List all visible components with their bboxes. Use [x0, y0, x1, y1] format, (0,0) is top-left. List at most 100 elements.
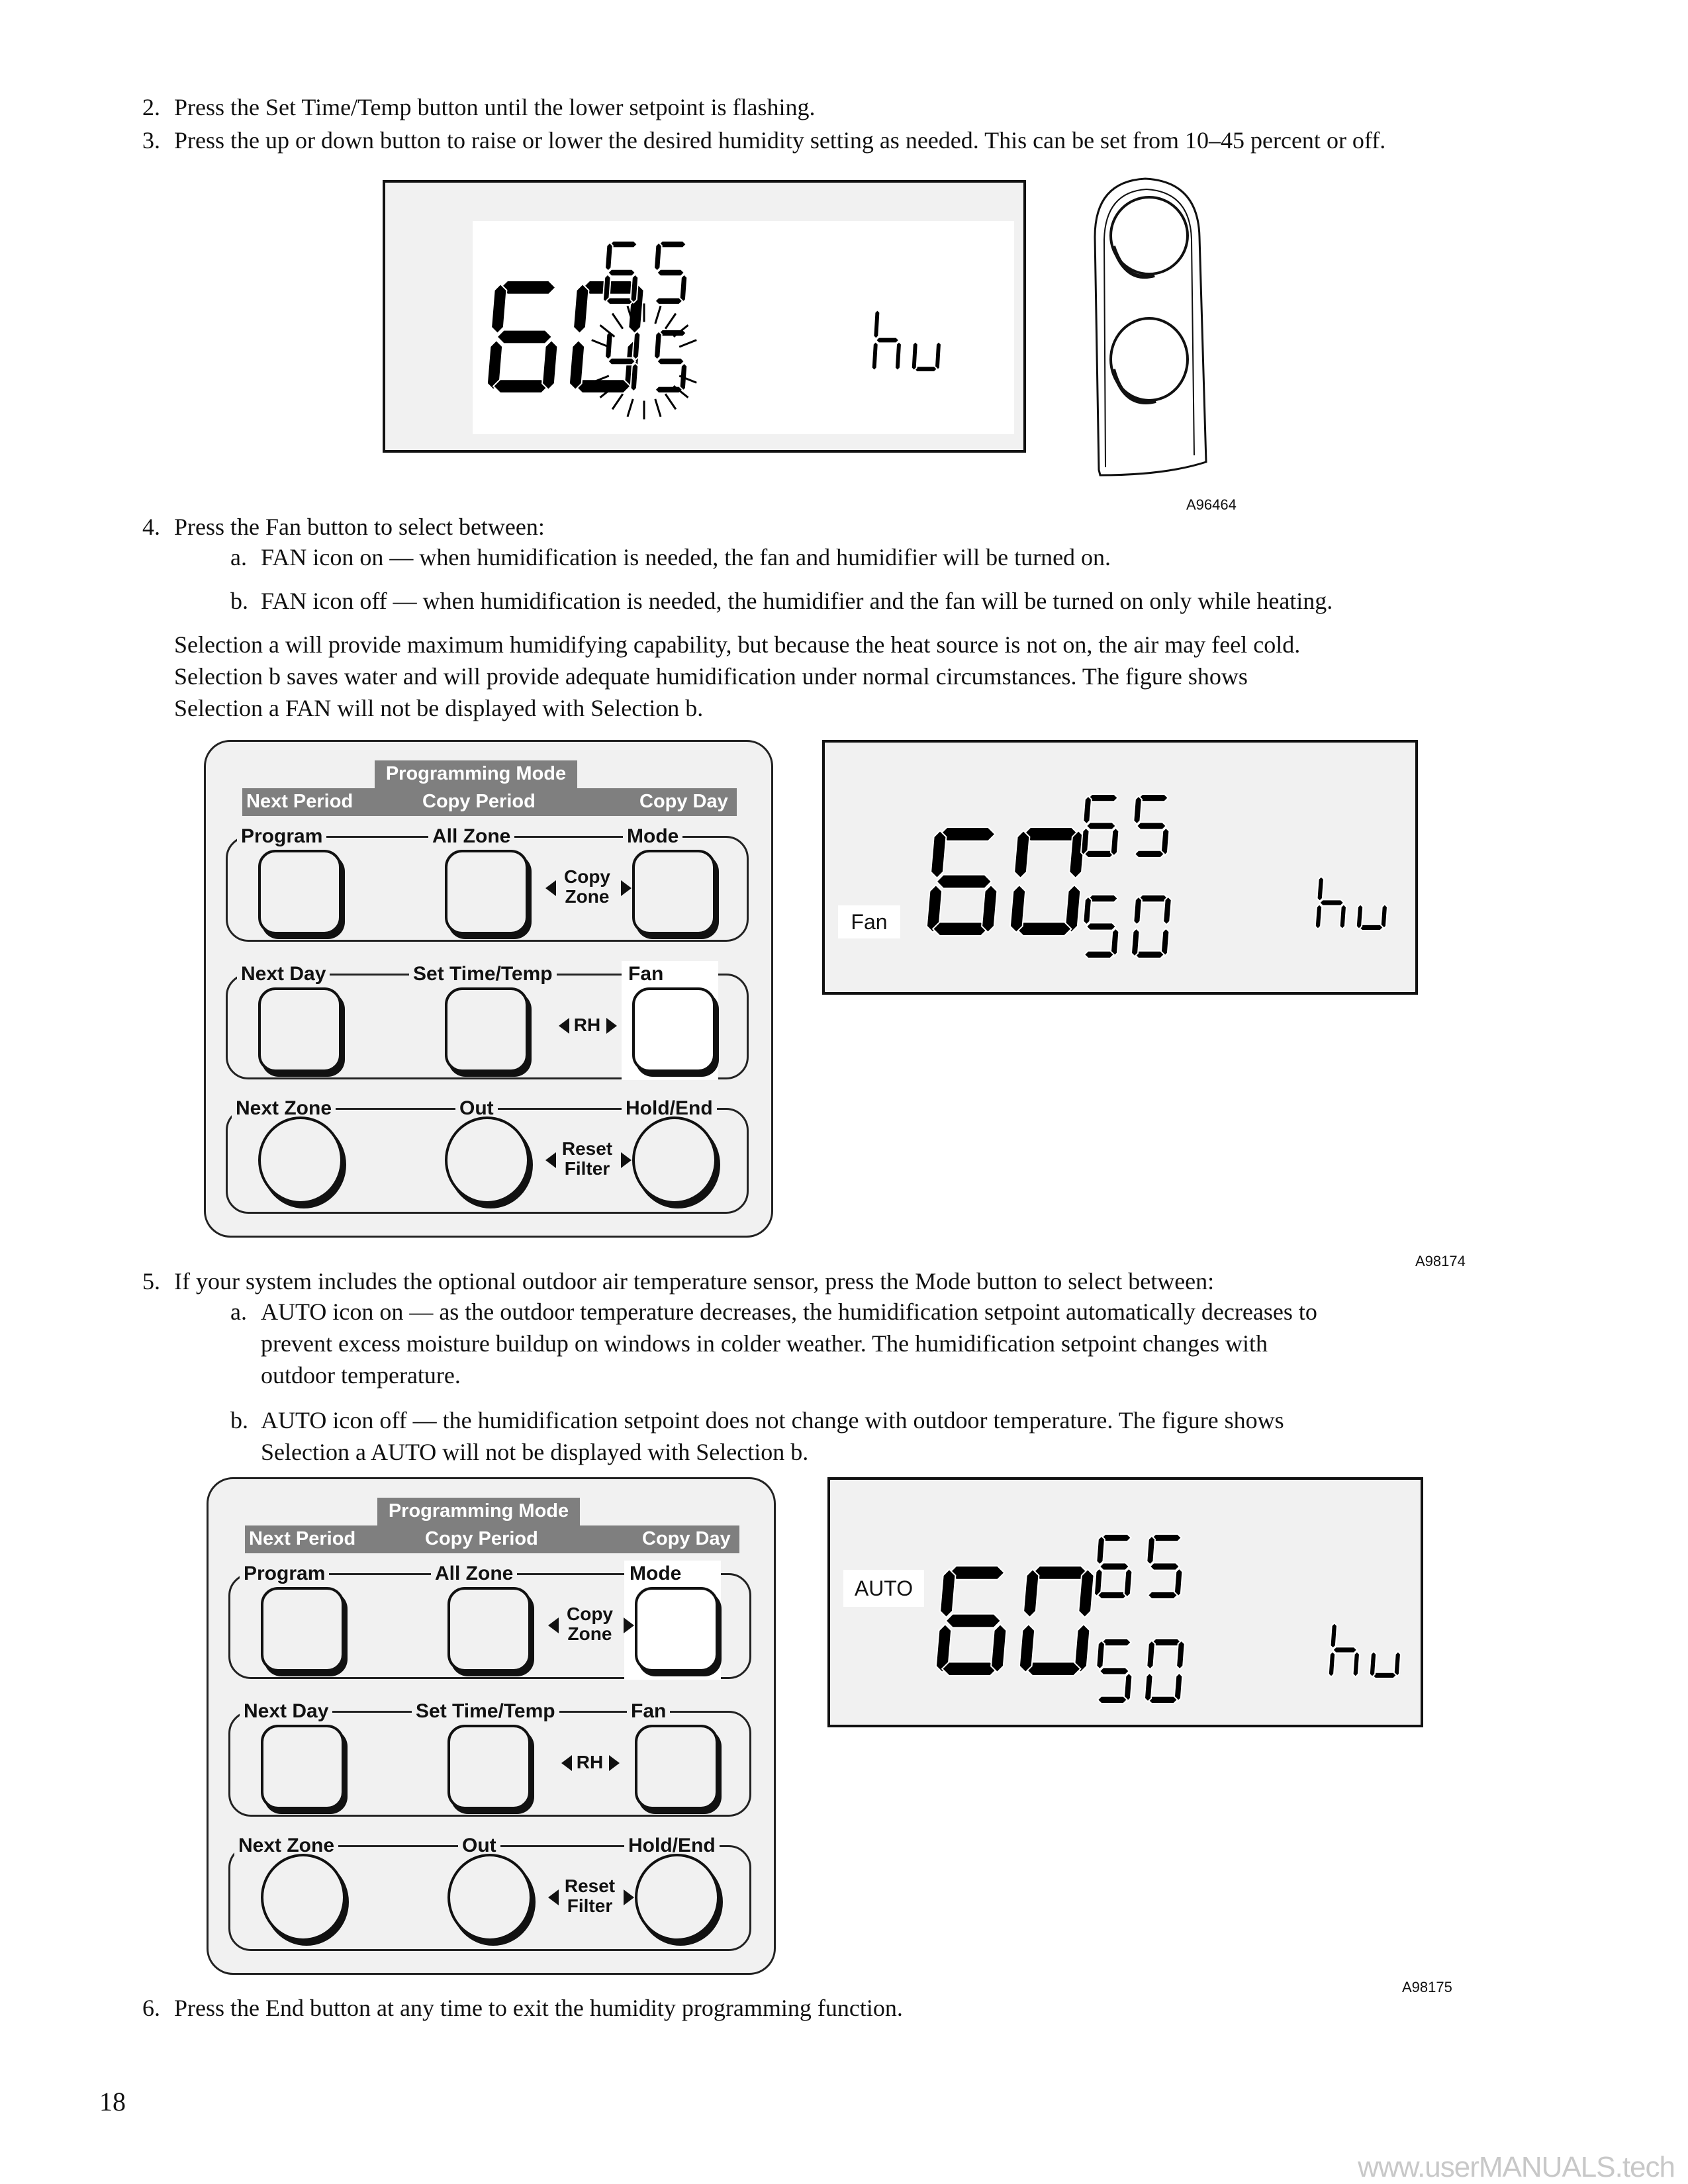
program-button[interactable]	[258, 850, 342, 934]
sub-text: FAN icon off — when humidification is ne…	[261, 588, 1333, 614]
all-zone-button[interactable]	[447, 1587, 531, 1672]
lcd-segment	[1023, 1568, 1040, 1619]
program-button[interactable]	[261, 1587, 344, 1672]
banner-item: Copy Period	[422, 791, 536, 812]
lcd-segment	[1133, 795, 1143, 825]
right-arrow-icon	[609, 1755, 620, 1771]
sub-marker: a.	[230, 1298, 247, 1325]
step-number: 4.	[142, 514, 160, 540]
keypad-fig2: Programming Mode Next Period Copy Period Co…	[204, 740, 773, 1238]
step-number: 5.	[142, 1268, 160, 1295]
programming-mode-functions: Next Period Copy Period Copy Day	[242, 788, 737, 816]
lcd-segment	[574, 379, 632, 394]
lcd-segment	[1150, 1638, 1183, 1647]
lcd-segment	[568, 339, 586, 391]
button-group-row3: Next Zone Out Hold/End Reset Filter	[228, 1833, 751, 1951]
button-label: Program	[237, 823, 327, 850]
button-group-row2: Next Day Set Time/Temp Fan RH	[226, 961, 749, 1080]
hold-end-button[interactable]	[635, 1854, 720, 1941]
current-humidity-digit	[935, 1565, 1008, 1676]
hold-end-button[interactable]	[632, 1116, 717, 1204]
lcd-segment	[653, 242, 663, 272]
sub-text-line: Selection a AUTO will not be displayed w…	[261, 1439, 809, 1465]
next-zone-button[interactable]	[261, 1854, 346, 1941]
fan-button[interactable]	[635, 1725, 718, 1809]
lcd-segment	[1078, 1568, 1095, 1619]
lcd-segment	[655, 268, 686, 277]
upper-setpoint-digit	[1146, 1533, 1184, 1600]
note-line: Selection b saves water and will provide…	[174, 663, 1248, 690]
thermostat-display-fig2: Fan	[822, 740, 1418, 995]
step-6: 6. Press the End button at any time to ex…	[142, 1992, 903, 2024]
out-button[interactable]	[447, 1854, 532, 1941]
keypad-fig3: Programming Mode Next Period Copy Period Co…	[207, 1477, 776, 1975]
lcd-segment	[608, 240, 639, 249]
lcd-digits	[925, 794, 1388, 959]
lower-setpoint-digit	[1096, 1638, 1133, 1704]
next-day-button[interactable]	[258, 987, 342, 1072]
set-time-temp-button[interactable]	[445, 987, 528, 1072]
right-arrow-icon	[624, 1889, 634, 1905]
lcd-segment	[935, 874, 993, 889]
lcd-segment	[1087, 894, 1119, 903]
figure-id: A98174	[1415, 1253, 1466, 1269]
lcd-segment	[1352, 1650, 1361, 1678]
lcd-segment	[496, 329, 553, 345]
out-button[interactable]	[445, 1116, 530, 1204]
mode-button[interactable]	[632, 850, 716, 934]
fan-button[interactable]	[632, 987, 716, 1072]
upper-setpoint-digit	[1133, 794, 1170, 858]
button-label: Next Zone	[232, 1095, 336, 1122]
lcd-segment	[1098, 1562, 1131, 1571]
step-5a: a. AUTO icon on — as the outdoor temperat…	[230, 1296, 1317, 1328]
lcd-segment	[981, 884, 998, 934]
lcd-segment	[1085, 922, 1117, 931]
step-5b: b. AUTO icon off — the humidification set…	[230, 1404, 1284, 1436]
humidity-unit-glyph	[1355, 903, 1388, 931]
step-4: 4. Press the Fan button to select between…	[142, 511, 545, 543]
lcd-segment	[657, 240, 688, 249]
right-arrow-icon	[621, 880, 632, 896]
lcd-segment	[1149, 1562, 1181, 1571]
right-arrow-icon	[624, 1617, 634, 1633]
lcd-segment	[1024, 1661, 1082, 1676]
mode-button[interactable]	[635, 1587, 718, 1672]
page-number: 18	[99, 2087, 126, 2116]
note-line: Selection a FAN will not be displayed wi…	[174, 695, 704, 721]
button-label: Next Day	[240, 1698, 333, 1725]
lcd-segment	[1109, 827, 1120, 857]
lcd-segment	[604, 242, 614, 272]
lcd-segment	[1096, 1590, 1129, 1600]
lcd-digits	[486, 240, 942, 420]
lcd-segment	[1133, 950, 1166, 959]
lcd-segment	[870, 340, 879, 372]
humidity-unit-glyph	[1314, 875, 1347, 931]
button-label: Fan	[624, 961, 668, 987]
lcd-segment	[1009, 884, 1027, 934]
all-zone-button[interactable]	[445, 850, 528, 934]
button-group-row3: Next Zone Out Hold/End Reset Filter	[226, 1095, 749, 1214]
step-text: Press the Set Time/Temp button until the…	[174, 94, 816, 120]
lcd-segment	[913, 365, 939, 373]
lcd-segment	[1176, 1639, 1186, 1670]
step-text: Press the up or down button to raise or …	[174, 127, 1386, 154]
shared-function-label: Reset Filter	[553, 1876, 626, 1916]
lcd-segment	[1329, 1621, 1338, 1650]
step-number: 3.	[142, 127, 160, 154]
programming-mode-banner: Programming Mode	[375, 760, 577, 788]
lcd-segment	[1082, 895, 1092, 926]
lcd-segment	[1031, 1565, 1089, 1580]
flash-ray-icon	[611, 312, 624, 330]
lcd-segment	[1082, 795, 1092, 825]
next-day-button[interactable]	[261, 1725, 344, 1809]
humidity-unit-glyph	[1327, 1621, 1361, 1678]
thermostat-display-fig3: AUTO	[827, 1477, 1423, 1727]
note-line: Selection a will provide maximum humidif…	[174, 631, 1301, 658]
next-zone-button[interactable]	[258, 1116, 343, 1204]
lcd-segment	[1147, 1590, 1179, 1600]
set-time-temp-button[interactable]	[447, 1725, 531, 1809]
lcd-segment	[1083, 849, 1115, 858]
lcd-segment	[1087, 794, 1119, 803]
step-2: 2. Press the Set Time/Temp button until t…	[142, 91, 815, 123]
up-down-remote	[1094, 177, 1207, 477]
